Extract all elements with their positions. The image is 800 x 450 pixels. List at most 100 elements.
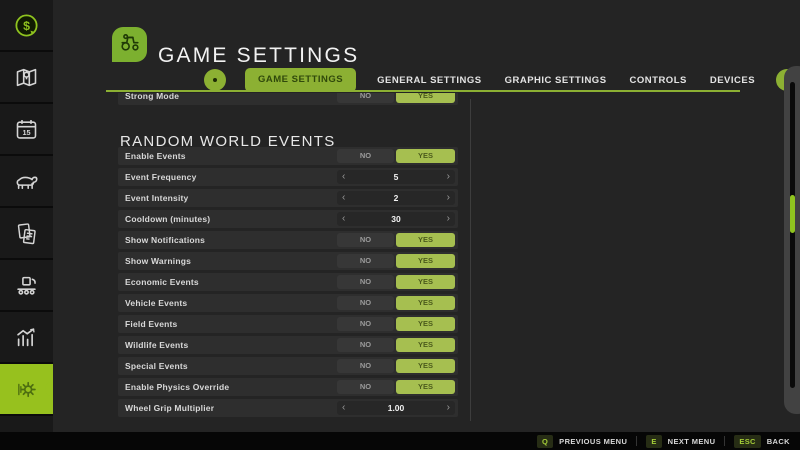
tab-devices[interactable]: DEVICES [708,75,757,86]
sidebar: $15 [0,0,53,432]
toggle-yes-button[interactable]: YES [396,338,455,352]
yes-no-toggle: NOYES [337,254,455,268]
sidebar-item-finances[interactable]: $ [0,0,53,50]
yes-no-toggle: NOYES [337,233,455,247]
content-scroll-track [470,99,471,421]
contracts-icon [13,220,40,247]
toggle-yes-button[interactable]: YES [396,380,455,394]
shortcut-label: NEXT MENU [668,437,716,446]
setting-label: Special Events [125,361,188,371]
setting-label: Wildlife Events [125,340,188,350]
yes-no-toggle: NOYES [337,275,455,289]
sidebar-item-map[interactable] [0,52,53,102]
scrollbar-thumb[interactable] [790,195,795,233]
settings-rows: Enable EventsNOYESEvent Frequency‹5›Even… [118,147,458,417]
tab-general-settings[interactable]: GENERAL SETTINGS [375,75,483,86]
stepper-value: 2 [394,193,399,203]
stepper-increase-arrow-icon[interactable]: › [447,191,450,205]
svg-text:15: 15 [22,128,30,137]
toggle-no-button[interactable]: NO [337,380,394,394]
sidebar-item-more[interactable] [0,416,53,432]
footer-divider [636,436,637,446]
setting-label: Field Events [125,319,177,329]
value-stepper: ‹30› [337,212,455,226]
production-icon [13,272,40,299]
tab-graphic-settings[interactable]: GRAPHIC SETTINGS [503,75,609,86]
circle-arrow-left-icon[interactable] [204,69,226,91]
clipped-row-container: Strong Mode NOYES [118,93,458,105]
setting-row: Show Notifications NOYES [118,231,458,249]
setting-row: Show Warnings NOYES [118,252,458,270]
sidebar-item-contracts[interactable] [0,208,53,258]
shortcut-previous-menu[interactable]: QPREVIOUS MENU [537,435,627,448]
tab-underline [106,90,740,92]
setting-row: Special Events NOYES [118,357,458,375]
toggle-no-button[interactable]: NO [337,233,394,247]
sidebar-item-animals[interactable] [0,156,53,206]
toggle-yes-button[interactable]: YES [396,233,455,247]
setting-label: Enable Events [125,151,186,161]
setting-row: Vehicle Events NOYES [118,294,458,312]
yes-no-toggle: NOYES [337,338,455,352]
yes-no-toggle: NOYES [337,149,455,163]
stepper-increase-arrow-icon[interactable]: › [447,212,450,226]
settings-tab-bar: GAME SETTINGS GENERAL SETTINGS GRAPHIC SET… [204,68,798,92]
setting-label: Show Notifications [125,235,205,245]
toggle-no-button[interactable]: NO [337,254,394,268]
value-stepper: ‹1.00› [337,401,455,415]
stepper-decrease-arrow-icon[interactable]: ‹ [342,191,345,205]
footer-divider [724,436,725,446]
stepper-increase-arrow-icon[interactable]: › [447,170,450,184]
sidebar-item-statistics[interactable] [0,312,53,362]
yes-no-toggle: NOYES [337,296,455,310]
game-settings-screen: { "header": { "title": "GAME SETTINGS", … [0,0,800,450]
toggle-no-button[interactable]: NO [337,338,394,352]
scrollbar-track[interactable] [790,82,795,388]
stepper-value: 5 [394,172,399,182]
calendar-icon: 15 [13,116,40,143]
toggle-yes-button[interactable]: YES [396,93,455,103]
yes-no-toggle: NOYES [337,359,455,373]
toggle-no-button[interactable]: NO [337,275,394,289]
footer-shortcut-bar: QPREVIOUS MENU ENEXT MENU ESCBACK [0,432,800,450]
setting-row: Strong Mode NOYES [118,93,458,105]
shortcut-label: BACK [767,437,790,446]
toggle-yes-button[interactable]: YES [396,317,455,331]
setting-label: Strong Mode [125,93,179,101]
setting-row: Enable Events NOYES [118,147,458,165]
shortcut-label: PREVIOUS MENU [559,437,627,446]
tab-controls[interactable]: CONTROLS [628,75,689,86]
setting-label: Vehicle Events [125,298,187,308]
svg-text:$: $ [23,19,30,33]
yes-no-toggle: NOYES [337,317,455,331]
stepper-decrease-arrow-icon[interactable]: ‹ [342,401,345,415]
toggle-no-button[interactable]: NO [337,93,394,103]
toggle-yes-button[interactable]: YES [396,254,455,268]
circle-arrow-left-icon-dot [213,78,217,82]
toggle-yes-button[interactable]: YES [396,275,455,289]
toggle-no-button[interactable]: NO [337,359,394,373]
toggle-no-button[interactable]: NO [337,317,394,331]
value-stepper: ‹ 2 › [337,191,455,205]
toggle-no-button[interactable]: NO [337,149,394,163]
stepper-decrease-arrow-icon[interactable]: ‹ [342,212,345,226]
shortcut-next-menu[interactable]: ENEXT MENU [646,435,715,448]
stepper-decrease-arrow-icon[interactable]: ‹ [342,170,345,184]
setting-row: Event Frequency ‹ 5 › [118,168,458,186]
toggle-no-button[interactable]: NO [337,296,394,310]
sidebar-item-settings[interactable] [0,364,53,414]
setting-label: Show Warnings [125,256,191,266]
sidebar-item-production[interactable] [0,260,53,310]
tractor-gear-icon [117,29,143,60]
sidebar-item-calendar[interactable]: 15 [0,104,53,154]
setting-label: Economic Events [125,277,199,287]
toggle-yes-button[interactable]: YES [396,149,455,163]
statistics-icon [13,324,40,351]
toggle-yes-button[interactable]: YES [396,359,455,373]
tab-game-settings[interactable]: GAME SETTINGS [245,68,356,92]
map-icon [13,64,40,91]
toggle-yes-button[interactable]: YES [396,296,455,310]
setting-label: Event Frequency [125,172,197,182]
shortcut-back[interactable]: ESCBACK [734,435,790,448]
stepper-increase-arrow-icon[interactable]: › [447,401,450,415]
